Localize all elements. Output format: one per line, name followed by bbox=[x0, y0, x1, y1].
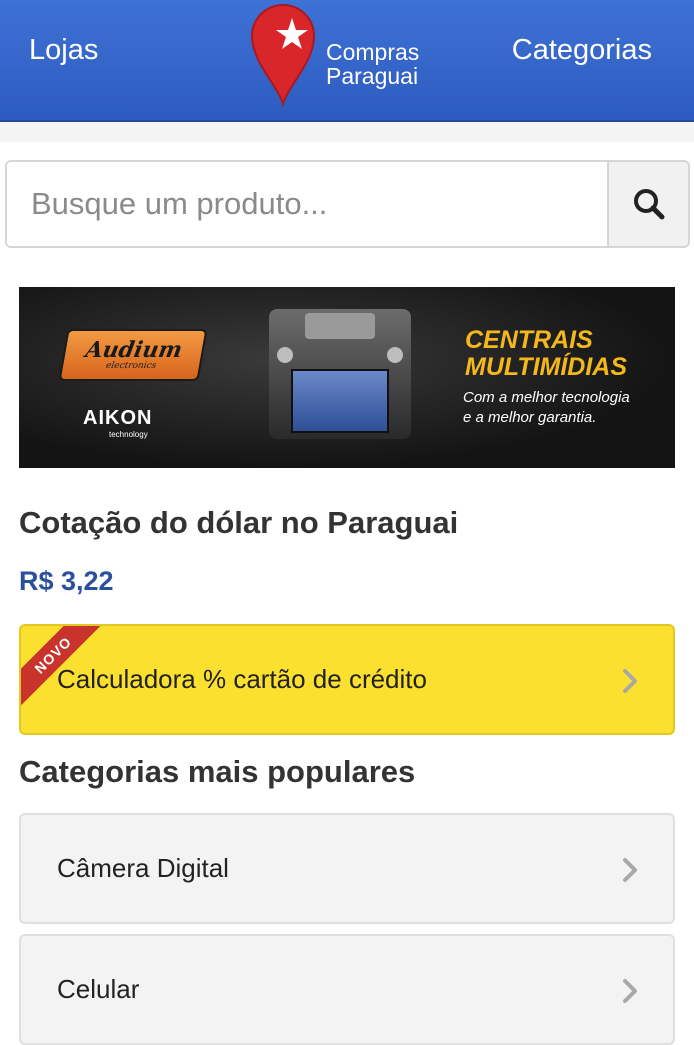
header-divider bbox=[0, 122, 694, 142]
logo-text: Compras Paraguai bbox=[326, 40, 419, 88]
banner-subtitle: Com a melhor tecnologia e a melhor garan… bbox=[463, 388, 630, 428]
nav-categories-link[interactable]: Categorias bbox=[512, 34, 652, 67]
search-button[interactable] bbox=[607, 162, 688, 246]
search-icon bbox=[633, 189, 664, 220]
radio-screen bbox=[291, 369, 389, 433]
banner-subtitle-line-1: Com a melhor tecnologia bbox=[463, 389, 630, 406]
aikon-logo-text: AIKON bbox=[83, 407, 153, 429]
audium-logo: Audium electronics bbox=[58, 329, 208, 381]
chevron-right-icon bbox=[623, 979, 637, 1003]
banner-title-line-1: CENTRAIS bbox=[465, 326, 593, 354]
popular-categories-title: Categorias mais populares bbox=[19, 754, 416, 789]
chevron-right-icon bbox=[623, 858, 637, 882]
dollar-rate-title: Cotação do dólar no Paraguai bbox=[19, 505, 459, 540]
audium-logo-text: Audium bbox=[83, 337, 185, 363]
banner-title: CENTRAIS MULTIMÍDIAS bbox=[465, 327, 627, 381]
cd-slot bbox=[305, 313, 375, 339]
category-label: Celular bbox=[57, 974, 140, 1004]
dollar-rate-value: R$ 3,22 bbox=[19, 566, 114, 596]
logo-line-2: Paraguai bbox=[326, 63, 419, 89]
nav-stores-link[interactable]: Lojas bbox=[29, 34, 98, 67]
chevron-right-icon bbox=[623, 669, 637, 693]
category-item-camera[interactable]: Câmera Digital bbox=[19, 813, 675, 924]
credit-card-calculator-button[interactable]: NOVO Calculadora % cartão de crédito bbox=[19, 624, 675, 735]
banner-title-line-2: MULTIMÍDIAS bbox=[465, 353, 628, 381]
multimedia-unit-image bbox=[269, 309, 411, 439]
ad-banner[interactable]: Audium electronics AIKON technology CENT… bbox=[19, 287, 675, 468]
logo-line-1: Compras bbox=[326, 39, 420, 65]
search-bar bbox=[5, 160, 690, 248]
logo[interactable]: Compras Paraguai bbox=[248, 0, 438, 112]
banner-subtitle-line-2: e a melhor garantia. bbox=[463, 409, 597, 426]
calculator-label: Calculadora % cartão de crédito bbox=[57, 664, 427, 694]
aikon-logo-sub: technology bbox=[109, 430, 148, 439]
category-item-phone[interactable]: Celular bbox=[19, 934, 675, 1045]
volume-knob bbox=[277, 347, 293, 363]
tune-knob bbox=[387, 347, 403, 363]
top-header: Lojas Compras Paraguai Categorias bbox=[0, 0, 694, 122]
map-pin-star-icon bbox=[250, 4, 316, 108]
search-input[interactable] bbox=[7, 162, 609, 246]
category-label: Câmera Digital bbox=[57, 853, 229, 883]
aikon-logo: AIKON technology bbox=[83, 407, 152, 439]
